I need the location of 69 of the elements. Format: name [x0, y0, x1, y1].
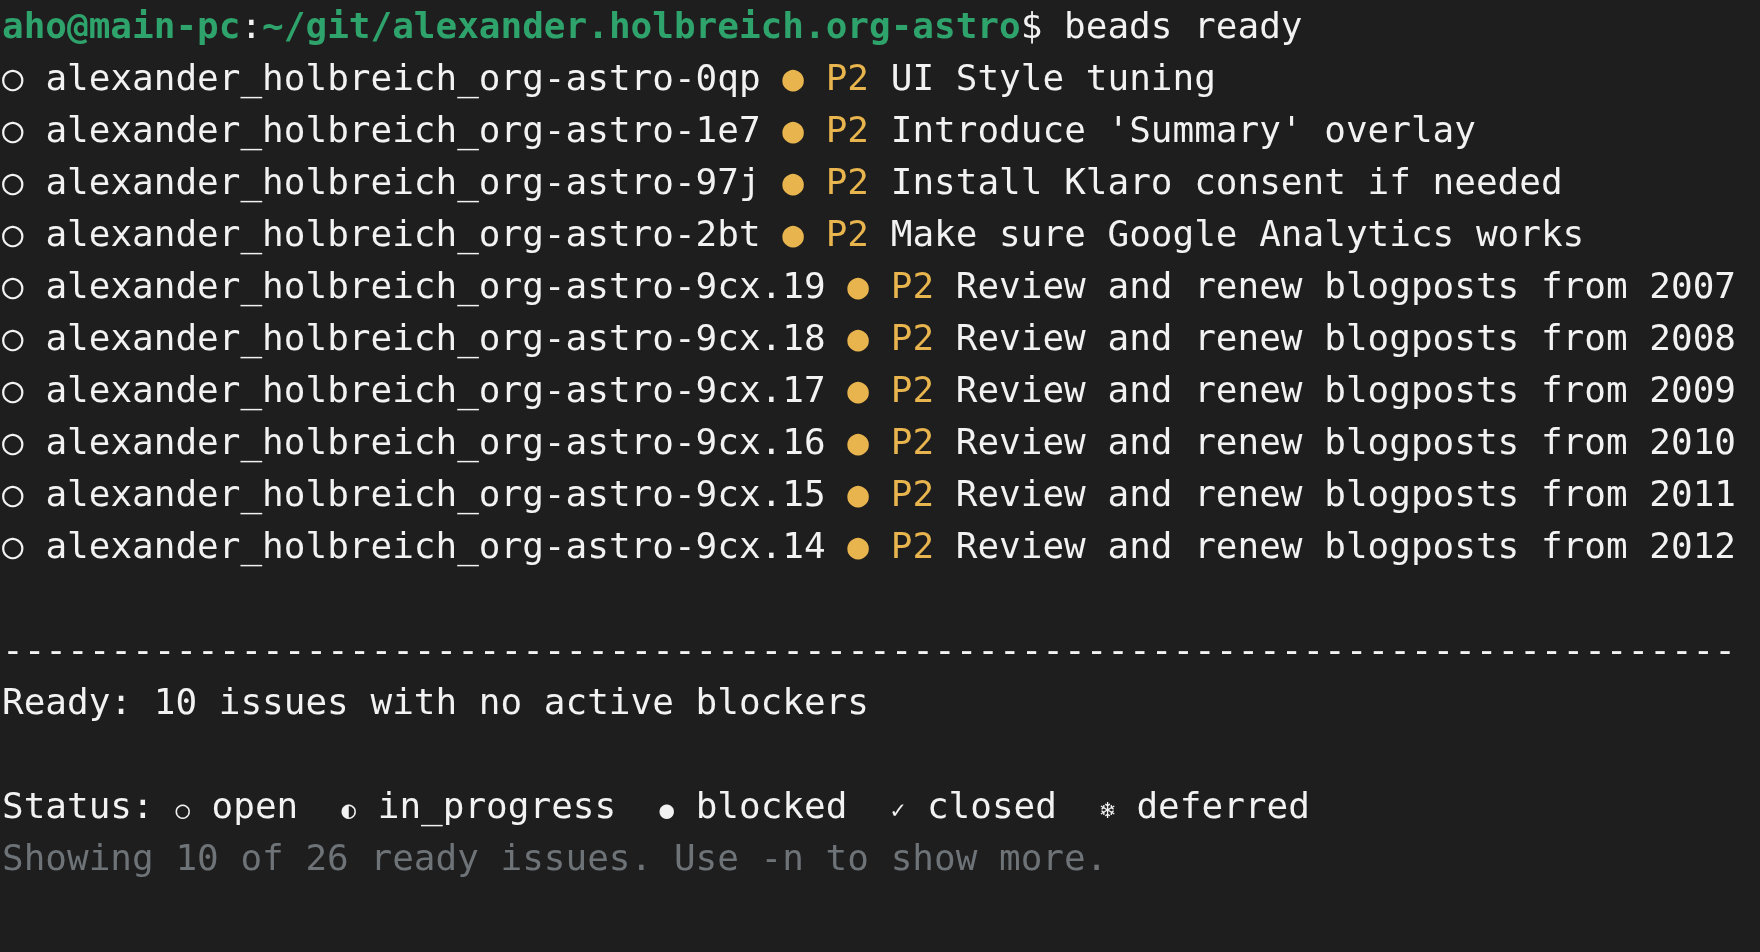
- command-text: beads ready: [1064, 5, 1303, 46]
- priority-dot: ●: [847, 317, 869, 358]
- issue-title: Review and renew blogposts from 2007: [955, 265, 1736, 306]
- status-symbol: ○: [2, 369, 24, 410]
- issue-title: Install Klaro consent if needed: [890, 161, 1563, 202]
- status-symbol: ○: [2, 161, 24, 202]
- prompt-user-host: aho@main-pc: [2, 5, 241, 46]
- status-symbol: ○: [2, 317, 24, 358]
- priority-dot: ●: [782, 161, 804, 202]
- priority-dot: ●: [847, 369, 869, 410]
- issue-title: Review and renew blogposts from 2010: [955, 421, 1736, 462]
- summary-text: Ready: 10 issues with no active blockers: [2, 681, 869, 722]
- issue-id: alexander_holbreich_org-astro-2bt: [45, 213, 761, 254]
- prompt-symbol: $: [1020, 5, 1043, 46]
- legend-symbol: ❄: [1100, 796, 1115, 824]
- separator-line: --------------------------------------------------------------------------------: [2, 629, 1736, 670]
- priority-dot: ●: [782, 213, 804, 254]
- hint-text: Showing 10 of 26 ready issues. Use -n to show more.: [2, 837, 1108, 878]
- legend-title: Status:: [2, 785, 154, 826]
- priority-dot: ●: [782, 109, 804, 150]
- legend-symbol: ✓: [890, 796, 906, 824]
- issue-id: alexander_holbreich_org-astro-97j: [45, 161, 761, 202]
- issue-title: Introduce 'Summary' overlay: [890, 109, 1476, 150]
- issue-id: alexander_holbreich_org-astro-9cx.17: [45, 369, 826, 410]
- priority-label: P2: [825, 213, 870, 254]
- status-symbol: ○: [2, 525, 24, 566]
- prompt-separator: :: [240, 5, 263, 46]
- status-symbol: ○: [2, 213, 24, 254]
- issue-id: alexander_holbreich_org-astro-0qp: [45, 57, 761, 98]
- status-symbol: ○: [2, 265, 24, 306]
- issue-id: alexander_holbreich_org-astro-9cx.18: [45, 317, 826, 358]
- priority-label: P2: [890, 369, 935, 410]
- legend-label: open: [211, 785, 299, 826]
- legend-label: blocked: [695, 785, 848, 826]
- issue-title: Review and renew blogposts from 2009: [955, 369, 1736, 410]
- priority-label: P2: [890, 421, 935, 462]
- issue-title: Review and renew blogposts from 2012: [955, 525, 1736, 566]
- priority-label: P2: [825, 57, 870, 98]
- status-symbol: ○: [2, 109, 24, 150]
- status-symbol: ○: [2, 421, 24, 462]
- status-symbol: ○: [2, 473, 24, 514]
- issue-title: Review and renew blogposts from 2008: [955, 317, 1736, 358]
- priority-dot: ●: [847, 421, 869, 462]
- priority-label: P2: [825, 109, 870, 150]
- priority-dot: ●: [847, 265, 869, 306]
- issue-id: alexander_holbreich_org-astro-9cx.16: [45, 421, 826, 462]
- priority-label: P2: [890, 265, 935, 306]
- prompt-path: ~/git/alexander.holbreich.org-astro: [262, 5, 1021, 46]
- issue-id: alexander_holbreich_org-astro-9cx.15: [45, 473, 826, 514]
- issue-title: UI Style tuning: [890, 57, 1216, 98]
- priority-label: P2: [890, 473, 935, 514]
- priority-dot: ●: [782, 57, 804, 98]
- issue-title: Review and renew blogposts from 2011: [955, 473, 1736, 514]
- legend-label: closed: [926, 785, 1057, 826]
- legend-symbol: ●: [659, 796, 674, 824]
- issue-id: alexander_holbreich_org-astro-9cx.19: [45, 265, 826, 306]
- legend-label: deferred: [1136, 785, 1310, 826]
- priority-dot: ●: [847, 473, 869, 514]
- legend-label: in_progress: [377, 785, 617, 826]
- issue-title: Make sure Google Analytics works: [890, 213, 1585, 254]
- legend-symbol: ◐: [341, 796, 357, 824]
- priority-label: P2: [825, 161, 870, 202]
- priority-dot: ●: [847, 525, 869, 566]
- status-symbol: ○: [2, 57, 24, 98]
- issue-id: alexander_holbreich_org-astro-1e7: [45, 109, 761, 150]
- priority-label: P2: [890, 317, 935, 358]
- legend-symbol: ○: [175, 796, 190, 824]
- priority-label: P2: [890, 525, 935, 566]
- issue-id: alexander_holbreich_org-astro-9cx.14: [45, 525, 826, 566]
